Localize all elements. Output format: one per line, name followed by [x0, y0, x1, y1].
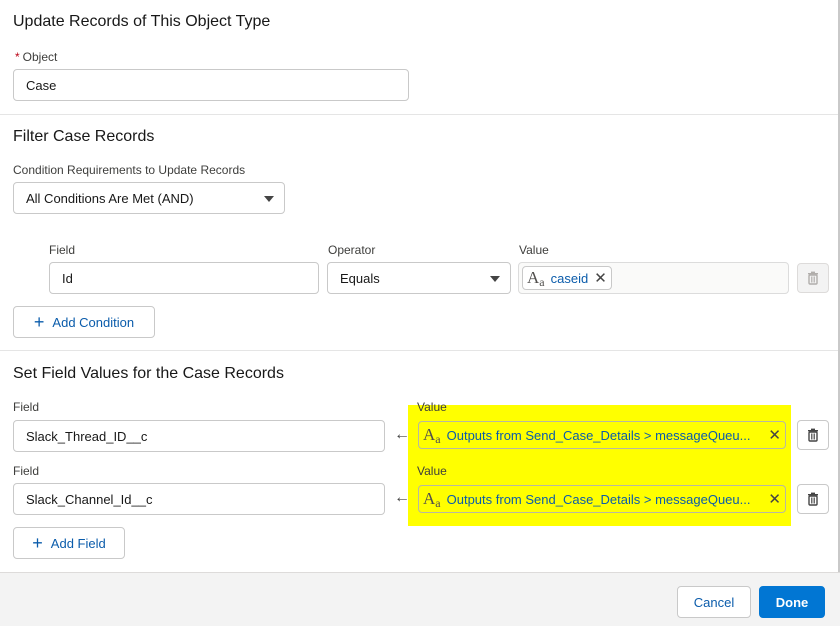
object-input[interactable]: Case	[13, 69, 409, 101]
close-icon[interactable]: ✕	[768, 490, 781, 508]
add-icon: +	[32, 533, 43, 553]
close-icon[interactable]: ✕	[768, 426, 781, 444]
condition-requirements-select[interactable]: All Conditions Are Met (AND)	[13, 182, 285, 214]
add-condition-button[interactable]: + Add Condition	[13, 306, 155, 338]
section-title-object: Update Records of This Object Type	[13, 13, 271, 30]
filter-col-operator: Operator	[328, 243, 376, 257]
trash-icon	[808, 271, 818, 285]
object-label-text: Object	[22, 50, 58, 64]
modal-footer: Cancel Done	[0, 572, 840, 626]
chevron-down-icon	[264, 196, 274, 202]
chevron-down-icon	[490, 276, 500, 282]
set-value-pill[interactable]: Aa Outputs from Send_Case_Details > mess…	[418, 485, 786, 513]
set-value-pill-label: Outputs from Send_Case_Details > message…	[446, 491, 751, 507]
required-mark: *	[15, 50, 20, 64]
filter-row-delete-button[interactable]	[797, 263, 829, 293]
filter-field-value: Id	[62, 270, 73, 286]
trash-icon	[808, 428, 818, 442]
arrow-left-icon: ←	[394, 426, 410, 443]
filter-value-input[interactable]: Aa caseid ✕	[518, 262, 789, 294]
set-field-input[interactable]: Slack_Thread_ID__c	[13, 420, 385, 452]
object-input-value: Case	[26, 77, 57, 93]
set-field-label: Field	[13, 400, 40, 414]
filter-col-value: Value	[519, 243, 549, 257]
close-icon[interactable]: ✕	[594, 269, 607, 287]
set-field-label: Field	[13, 464, 40, 478]
filter-value-pill[interactable]: Aa caseid ✕	[522, 266, 612, 290]
section-title-filter: Filter Case Records	[13, 128, 155, 145]
add-condition-label: Add Condition	[52, 314, 135, 330]
text-type-icon: Aa	[423, 489, 441, 510]
arrow-left-icon: ←	[394, 489, 410, 506]
filter-value-pill-label: caseid	[550, 270, 589, 286]
text-type-icon: Aa	[423, 425, 441, 446]
condition-requirements-label: Condition Requirements to Update Records	[13, 163, 246, 177]
add-field-button[interactable]: + Add Field	[13, 527, 125, 559]
set-field-value: Slack_Thread_ID__c	[26, 428, 148, 444]
divider	[0, 350, 838, 351]
divider	[0, 114, 838, 115]
filter-col-field: Field	[49, 243, 76, 257]
text-type-icon: Aa	[527, 268, 545, 289]
set-value-label: Value	[417, 400, 447, 414]
set-value-pill-label: Outputs from Send_Case_Details > message…	[446, 427, 751, 443]
set-value-pill[interactable]: Aa Outputs from Send_Case_Details > mess…	[418, 421, 786, 449]
trash-icon	[808, 492, 818, 506]
condition-requirements-value: All Conditions Are Met (AND)	[26, 190, 194, 206]
section-title-set-fields: Set Field Values for the Case Records	[13, 365, 284, 382]
add-field-label: Add Field	[50, 535, 106, 551]
filter-operator-select[interactable]: Equals	[327, 262, 511, 294]
filter-field-input[interactable]: Id	[49, 262, 319, 294]
set-value-label: Value	[417, 464, 447, 478]
done-button[interactable]: Done	[759, 586, 825, 618]
cancel-label: Cancel	[693, 594, 735, 610]
set-row-delete-button[interactable]	[797, 484, 829, 514]
done-label: Done	[775, 594, 809, 610]
set-field-value: Slack_Channel_Id__c	[26, 491, 153, 507]
object-label: * Object	[15, 50, 57, 64]
add-icon: +	[33, 312, 45, 332]
set-row-delete-button[interactable]	[797, 420, 829, 450]
filter-operator-value: Equals	[340, 270, 380, 286]
set-field-input[interactable]: Slack_Channel_Id__c	[13, 483, 385, 515]
cancel-button[interactable]: Cancel	[677, 586, 751, 618]
